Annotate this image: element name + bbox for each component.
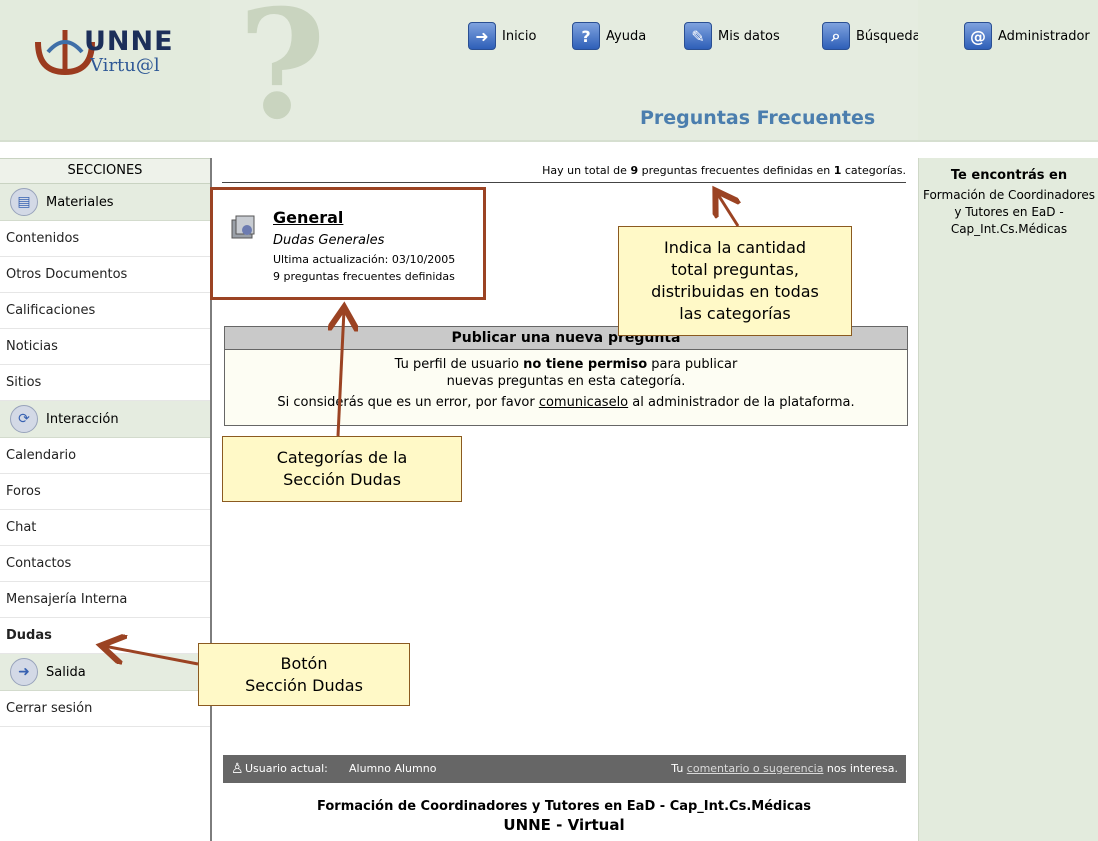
feedback-pre: Tu (671, 762, 687, 775)
footer-course: Formación de Coordinadores y Tutores en … (317, 799, 811, 814)
user-icon: ♙ (231, 761, 244, 777)
callout-arrows (0, 0, 1098, 666)
arrow-categories (338, 310, 344, 437)
current-user-label: Usuario actual: (245, 762, 328, 775)
feedback-text: Tu comentario o sugerencia nos interesa. (671, 762, 898, 775)
arrow-dudas (104, 646, 199, 666)
footer-bar: ♙ Usuario actual: Alumno Alumno Tu comen… (223, 755, 906, 783)
arrow-total (717, 193, 738, 227)
feedback-link[interactable]: comentario o sugerencia (687, 762, 824, 775)
feedback-post: nos interesa. (823, 762, 898, 775)
current-user-name: Alumno Alumno (349, 762, 437, 775)
footer-brand: UNNE - Virtual (503, 816, 625, 834)
